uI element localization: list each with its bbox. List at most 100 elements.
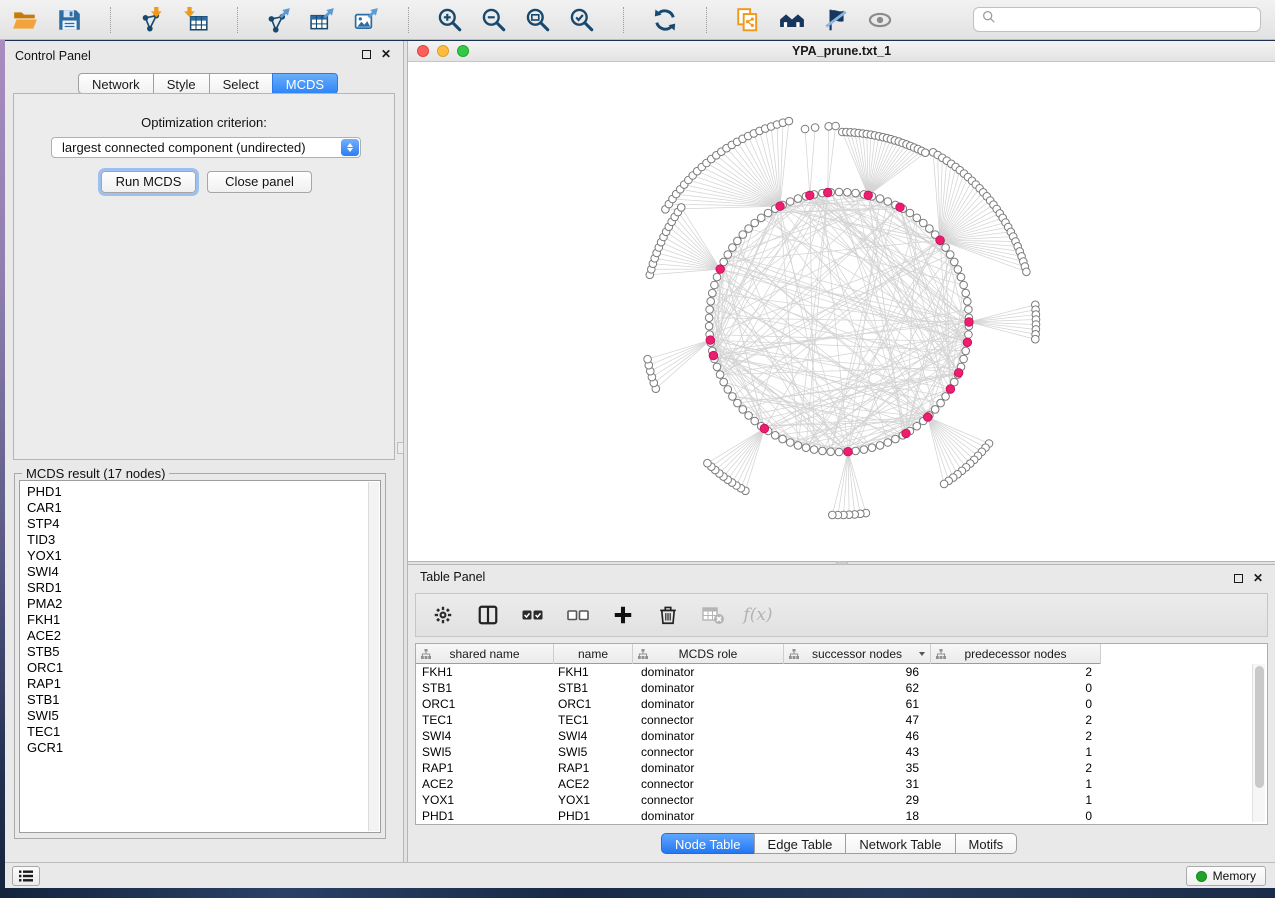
search-box[interactable] [973, 7, 1261, 32]
column-header-MCDS-role[interactable]: MCDS role [633, 644, 784, 664]
export-network-icon[interactable] [264, 5, 294, 35]
tab-network[interactable]: Network [78, 73, 154, 94]
select-all-icon[interactable] [520, 602, 546, 628]
mcds-result-item[interactable]: TEC1 [20, 724, 366, 740]
export-table-icon[interactable] [308, 5, 338, 35]
mcds-result-group: MCDS result (17 nodes) PHD1CAR1STP4TID3Y… [14, 473, 386, 839]
optimization-criterion-select[interactable]: largest connected component (undirected) [51, 137, 361, 158]
mcds-result-item[interactable]: PMA2 [20, 596, 366, 612]
table-body: FKH1FKH1dominator962STB1STB1dominator620… [416, 664, 1101, 824]
table-cell: ORC1 [416, 696, 554, 712]
table-row[interactable]: FKH1FKH1dominator962 [416, 664, 1101, 680]
mcds-result-item[interactable]: RAP1 [20, 676, 366, 692]
table-cell: SWI4 [554, 728, 633, 744]
hide-selected-icon[interactable] [821, 5, 851, 35]
import-table-icon[interactable] [181, 5, 211, 35]
open-file-icon[interactable] [10, 5, 40, 35]
new-network-from-selection-icon[interactable] [733, 5, 763, 35]
mcds-result-item[interactable]: STP4 [20, 516, 366, 532]
mcds-result-item[interactable]: SWI5 [20, 708, 366, 724]
zoom-fit-icon[interactable] [523, 5, 553, 35]
column-header-predecessor-nodes[interactable]: predecessor nodes [931, 644, 1101, 664]
table-row[interactable]: RAP1RAP1dominator352 [416, 760, 1101, 776]
float-table-panel-icon[interactable] [1234, 574, 1243, 583]
table-panel: Table Panel ✕ f(x) shared namenameMCDS r… [408, 565, 1275, 862]
refresh-icon[interactable] [650, 5, 680, 35]
zoom-selected-icon[interactable] [567, 5, 597, 35]
close-panel-icon[interactable]: ✕ [381, 50, 391, 59]
tab-motifs[interactable]: Motifs [955, 833, 1018, 854]
mcds-result-item[interactable]: PHD1 [20, 484, 366, 500]
zoom-in-icon[interactable] [435, 5, 465, 35]
tab-mcds[interactable]: MCDS [272, 73, 338, 94]
mcds-result-title: MCDS result (17 nodes) [22, 466, 169, 481]
table-cell: 61 [784, 696, 931, 712]
table-row[interactable]: YOX1YOX1connector291 [416, 792, 1101, 808]
tab-select[interactable]: Select [209, 73, 273, 94]
table-row[interactable]: STB1STB1dominator620 [416, 680, 1101, 696]
close-table-panel-icon[interactable]: ✕ [1253, 574, 1263, 583]
search-icon [982, 10, 996, 29]
show-columns-icon[interactable] [475, 602, 501, 628]
table-cell: 47 [784, 712, 931, 728]
tab-network-table[interactable]: Network Table [845, 833, 955, 854]
table-row[interactable]: TEC1TEC1connector472 [416, 712, 1101, 728]
table-cell: TEC1 [416, 712, 554, 728]
table-scrollbar[interactable] [1252, 664, 1265, 822]
table-cell: RAP1 [554, 760, 633, 776]
table-cell: ORC1 [554, 696, 633, 712]
export-image-icon[interactable] [352, 5, 382, 35]
save-session-icon[interactable] [54, 5, 84, 35]
memory-button[interactable]: Memory [1186, 866, 1266, 886]
column-header-shared-name[interactable]: shared name [416, 644, 554, 664]
mcds-result-item[interactable]: STB5 [20, 644, 366, 660]
table-row[interactable]: SWI4SWI4dominator462 [416, 728, 1101, 744]
mcds-result-item[interactable]: CAR1 [20, 500, 366, 516]
tab-style[interactable]: Style [153, 73, 210, 94]
close-panel-button[interactable]: Close panel [207, 171, 312, 193]
tab-node-table[interactable]: Node Table [661, 833, 755, 854]
table-scrollbar-thumb[interactable] [1255, 666, 1264, 788]
table-cell: 96 [784, 664, 931, 680]
deselect-all-icon[interactable] [565, 602, 591, 628]
mcds-result-item[interactable]: SWI4 [20, 564, 366, 580]
mcds-result-item[interactable]: ORC1 [20, 660, 366, 676]
mcds-result-item[interactable]: TID3 [20, 532, 366, 548]
table-row[interactable]: SWI5SWI5connector431 [416, 744, 1101, 760]
run-mcds-button[interactable]: Run MCDS [101, 171, 196, 193]
table-mode-gear-icon[interactable] [430, 602, 456, 628]
delete-entry-icon[interactable] [655, 602, 681, 628]
column-header-successor-nodes[interactable]: successor nodes [784, 644, 931, 664]
mcds-result-item[interactable]: SRD1 [20, 580, 366, 596]
mcds-result-item[interactable]: FKH1 [20, 612, 366, 628]
table-row[interactable]: ACE2ACE2connector311 [416, 776, 1101, 792]
tab-edge-table[interactable]: Edge Table [754, 833, 847, 854]
mcds-result-list[interactable]: PHD1CAR1STP4TID3YOX1SWI4SRD1PMA2FKH1ACE2… [19, 480, 381, 833]
mcds-result-item[interactable]: ACE2 [20, 628, 366, 644]
network-canvas[interactable] [408, 62, 1275, 561]
table-row[interactable]: PHD1PHD1dominator180 [416, 808, 1101, 824]
table-cell: PHD1 [554, 808, 633, 824]
search-input[interactable] [1002, 11, 1252, 28]
first-neighbors-icon[interactable] [777, 5, 807, 35]
desktop-wallpaper-bottom [0, 888, 1275, 898]
table-panel-tabs: Node TableEdge TableNetwork TableMotifs [662, 833, 1017, 854]
import-network-icon[interactable] [137, 5, 167, 35]
table-cell: connector [633, 712, 784, 728]
table-cell: 0 [931, 680, 1101, 696]
mcds-result-item[interactable]: GCR1 [20, 740, 366, 756]
add-entry-icon[interactable] [610, 602, 636, 628]
mcds-result-item[interactable]: YOX1 [20, 548, 366, 564]
zoom-out-icon[interactable] [479, 5, 509, 35]
vertical-splitter-handle[interactable] [397, 442, 404, 454]
float-panel-icon[interactable] [362, 50, 371, 59]
column-header-name[interactable]: name [554, 644, 633, 664]
task-history-button[interactable] [12, 866, 40, 886]
show-all-icon[interactable] [865, 5, 895, 35]
table-row[interactable]: ORC1ORC1dominator610 [416, 696, 1101, 712]
mcds-result-item[interactable]: STB1 [20, 692, 366, 708]
table-cell: 1 [931, 744, 1101, 760]
table-cell: 62 [784, 680, 931, 696]
mcds-list-scrollbar[interactable] [368, 482, 379, 831]
criterion-selected-value: largest connected component (undirected) [62, 140, 306, 155]
